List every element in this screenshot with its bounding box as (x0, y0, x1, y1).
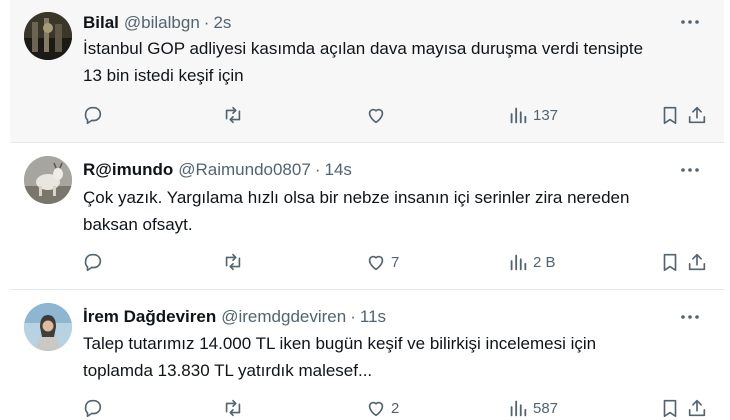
like-button[interactable]: 2 (365, 393, 399, 420)
timestamp[interactable]: 14s (324, 160, 351, 180)
like-icon (368, 255, 384, 271)
tweet-text-line: İstanbul GOP adliyesi kasımda açılan dav… (83, 39, 644, 58)
view-count: 2 B (533, 253, 556, 271)
share-button[interactable] (686, 247, 708, 277)
tweet-text: Talep tutarımız 14.000 TL iken bugün keş… (83, 330, 703, 384)
views-icon (510, 107, 527, 124)
action-bar: 137 (10, 100, 724, 130)
tweet-text-line: Çok yazık. Yargılama hızlı olsa bir nebz… (83, 188, 630, 207)
separator-dot: · (350, 307, 356, 326)
share-button[interactable] (686, 100, 708, 130)
more-icon[interactable] (678, 12, 702, 32)
retweet-button[interactable] (222, 100, 244, 130)
reply-button[interactable] (82, 100, 104, 130)
view-count: 137 (533, 106, 559, 124)
more-icon[interactable] (678, 160, 702, 180)
tweet-header: Bilal @bilalbgn · 2s (83, 12, 231, 34)
views-button[interactable]: 2 B (507, 247, 556, 277)
share-icon (688, 106, 706, 124)
like-count: 2 (391, 399, 400, 417)
tweet-text-line: Talep tutarımız 14.000 TL iken bugün keş… (83, 334, 597, 353)
retweet-icon (225, 399, 241, 417)
tweet-header: İrem Dağdeviren @iremdgdeviren · 11s (83, 306, 386, 328)
bookmark-button[interactable] (659, 100, 681, 130)
separator-dot: · (203, 13, 210, 32)
retweet-icon (225, 253, 241, 271)
author-handle[interactable]: @iremdgdeviren (221, 307, 346, 327)
timestamp[interactable]: 11s (360, 307, 386, 327)
views-button[interactable]: 587 (507, 393, 558, 420)
bookmark-icon (663, 106, 677, 125)
retweet-icon (225, 106, 241, 124)
tweet-1[interactable]: Bilal @bilalbgn · 2s İstanbul GOP adliye… (10, 0, 724, 142)
tweet-3[interactable]: İrem Dağdeviren @iremdgdeviren · 11s Tal… (10, 290, 724, 420)
timestamp[interactable]: 2s (213, 13, 231, 33)
tweet-text-line: 13 bin istedi keşif için (83, 66, 244, 85)
like-icon (368, 108, 384, 124)
author-name[interactable]: Bilal (83, 13, 119, 33)
views-button[interactable]: 137 (507, 100, 558, 130)
reply-icon (84, 253, 102, 272)
retweet-button[interactable] (222, 393, 244, 420)
reply-icon (84, 106, 102, 125)
tweet-2[interactable]: R@imundo @Raimundo0807 · 14s Çok yazık. … (10, 143, 724, 289)
tweet-text-line: toplamda 13.830 TL yatırdık malesef... (83, 361, 373, 380)
share-icon (688, 399, 706, 417)
tweet-text: Çok yazık. Yargılama hızlı olsa bir nebz… (83, 184, 703, 238)
like-button[interactable] (365, 100, 391, 130)
bookmark-button[interactable] (659, 247, 681, 277)
view-count: 587 (533, 399, 559, 417)
author-name[interactable]: R@imundo (83, 160, 173, 180)
views-icon (510, 400, 527, 417)
avatar[interactable] (24, 303, 72, 351)
reply-button[interactable] (82, 393, 104, 420)
bookmark-button[interactable] (659, 393, 681, 420)
bookmark-icon (663, 399, 677, 418)
reply-button[interactable] (82, 247, 104, 277)
share-icon (688, 253, 706, 271)
retweet-button[interactable] (222, 247, 244, 277)
share-button[interactable] (686, 393, 708, 420)
tweet-header: R@imundo @Raimundo0807 · 14s (83, 159, 352, 181)
more-icon[interactable] (678, 307, 702, 327)
avatar[interactable] (24, 12, 72, 60)
author-handle[interactable]: @Raimundo0807 (178, 160, 311, 180)
bookmark-icon (663, 253, 677, 272)
author-handle[interactable]: @bilalbgn (124, 13, 200, 33)
like-icon (368, 401, 384, 417)
separator-dot: · (314, 160, 321, 179)
action-bar: 7 2 B (10, 247, 724, 277)
reply-icon (84, 399, 102, 418)
tweet-text: İstanbul GOP adliyesi kasımda açılan dav… (83, 35, 703, 89)
author-name[interactable]: İrem Dağdeviren (83, 307, 216, 327)
tweet-text-line: baksan ofsayt. (83, 215, 193, 234)
like-button[interactable]: 7 (365, 247, 399, 277)
like-count: 7 (391, 253, 400, 271)
action-bar: 2 587 (10, 393, 724, 420)
views-icon (510, 254, 527, 271)
avatar[interactable] (24, 156, 72, 204)
